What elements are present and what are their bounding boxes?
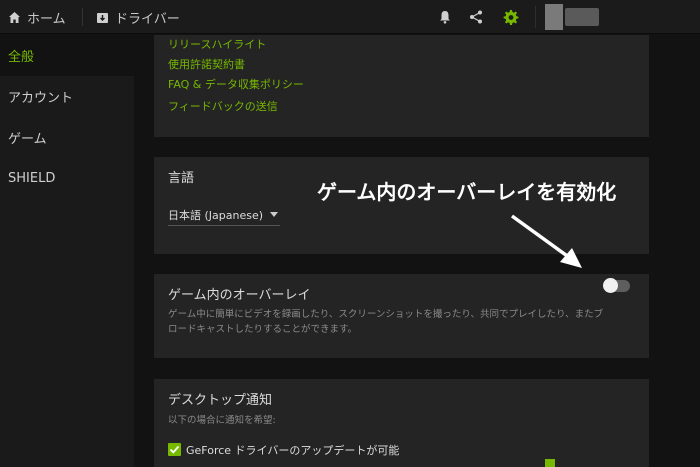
nav-driver[interactable]: ドライバー — [96, 0, 180, 34]
username-redacted — [565, 8, 599, 26]
language-select[interactable]: 日本語 (Japanese) — [168, 204, 280, 226]
notifications-title: デスクトップ通知 — [168, 393, 273, 408]
share-icon[interactable] — [468, 9, 484, 25]
about-card: リリースハイライト 使用許諾契約書 FAQ & データ収集ポリシー フィードバッ… — [154, 35, 649, 137]
partial-bottom-option — [545, 458, 565, 467]
chevron-down-icon — [270, 212, 278, 217]
nav-home[interactable]: ホーム — [8, 0, 66, 34]
gear-icon[interactable] — [503, 9, 519, 25]
nav-home-label: ホーム — [27, 11, 66, 27]
nav-driver-label: ドライバー — [115, 11, 180, 27]
faq-privacy-link[interactable]: FAQ & データ収集ポリシー — [168, 76, 304, 92]
nav-divider — [82, 8, 83, 26]
sidebar-item-label: SHIELD — [8, 171, 56, 186]
driver-update-checkbox[interactable] — [168, 443, 181, 456]
language-title: 言語 — [168, 171, 195, 186]
settings-content: リリースハイライト 使用許諾契約書 FAQ & データ収集ポリシー フィードバッ… — [134, 35, 700, 467]
checkmark-icon — [169, 445, 180, 454]
sidebar-item-general[interactable]: 全般 — [0, 35, 134, 76]
sidebar-item-label: アカウント — [8, 91, 74, 106]
sidebar-item-account[interactable]: アカウント — [0, 76, 134, 117]
bell-icon[interactable] — [437, 9, 453, 25]
driver-icon — [97, 12, 108, 23]
home-icon — [9, 11, 20, 23]
overlay-card: ゲーム内のオーバーレイ ゲーム中に簡単にビデオを録画したり、スクリーンショットを… — [154, 274, 649, 358]
topbar-divider — [535, 6, 536, 28]
sidebar-item-shield[interactable]: SHIELD — [0, 158, 134, 199]
annotation-arrow-icon — [510, 214, 582, 268]
license-agreement-link[interactable]: 使用許諾契約書 — [168, 56, 245, 72]
notifications-subtitle: 以下の場合に通知を希望: — [168, 415, 276, 426]
sidebar: 全般 アカウント ゲーム SHIELD — [0, 35, 134, 467]
overlay-description: ゲーム中に簡単にビデオを録画したり、スクリーンショットを撮ったり、共同でプレイし… — [168, 309, 604, 335]
avatar[interactable] — [545, 4, 563, 30]
overlay-title: ゲーム内のオーバーレイ — [168, 288, 311, 303]
top-bar: ホーム ドライバー — [0, 0, 700, 34]
sidebar-item-label: 全般 — [8, 50, 35, 65]
sidebar-item-games[interactable]: ゲーム — [0, 117, 134, 158]
overlay-toggle[interactable] — [603, 278, 630, 293]
toggle-knob — [603, 278, 618, 293]
annotation-text: ゲーム内のオーバーレイを有効化 — [317, 180, 617, 204]
sidebar-item-label: ゲーム — [8, 132, 47, 147]
checkbox-partial — [545, 459, 555, 467]
desktop-notifications-card: デスクトップ通知 以下の場合に通知を希望: GeForce ドライバーのアップデ… — [154, 379, 649, 467]
send-feedback-link[interactable]: フィードバックの送信 — [168, 98, 278, 114]
language-selected-value: 日本語 (Japanese) — [168, 208, 264, 222]
release-highlights-link[interactable]: リリースハイライト — [168, 36, 266, 52]
driver-update-label: GeForce ドライバーのアップデートが可能 — [186, 444, 400, 457]
